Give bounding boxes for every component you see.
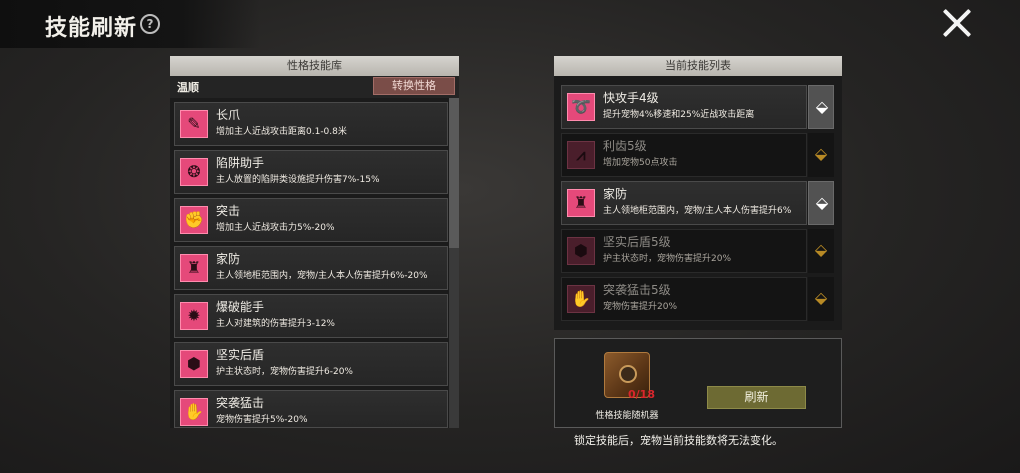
library-item[interactable]: ❂ 陷阱助手 主人放置的陷阱类设施提升伤害7%-15% [174, 150, 448, 194]
skill-name: 家防 [603, 187, 628, 201]
refresh-button[interactable]: 刷新 [707, 386, 806, 409]
current-skill[interactable]: ➰ 快攻手4级 提升宠物4%移速和25%近战攻击距离 [561, 85, 807, 129]
trait-row: 温顺 转换性格 [170, 76, 459, 98]
fast-attack-icon: ➰ [567, 93, 595, 121]
teeth-icon: ⩘ [567, 141, 595, 169]
skill-name: 陷阱助手 [216, 156, 265, 170]
skill-desc: 主人对建筑的伤害提升3-12% [216, 319, 335, 329]
library-scrollbar[interactable] [449, 98, 459, 428]
current-skill[interactable]: ♜ 家防 主人领地柜范围内，宠物/主人本人伤害提升6% [561, 181, 807, 225]
lock-toggle[interactable]: ⬙ [808, 229, 834, 273]
library-item[interactable]: ⬢ 坚实后盾 护主状态时，宠物伤害提升6-20% [174, 342, 448, 386]
help-icon[interactable]: ? [140, 14, 160, 34]
library-item[interactable]: ✹ 爆破能手 主人对建筑的伤害提升3-12% [174, 294, 448, 338]
lock-toggle[interactable]: ⬙ [808, 277, 834, 321]
trap-icon: ❂ [180, 158, 208, 186]
lock-icon: ⬙ [814, 288, 828, 307]
lock-icon: ⬙ [814, 240, 828, 259]
skill-desc: 护主状态时，宠物伤害提升20% [603, 254, 732, 264]
current-skill[interactable]: ⩘ 利齿5级 增加宠物50点攻击 [561, 133, 807, 177]
skill-name: 突袭猛击 [216, 396, 265, 410]
lock-toggle[interactable]: ⬙ [808, 85, 834, 129]
skill-desc: 主人领地柜范围内，宠物/主人本人伤害提升6%-20% [216, 271, 428, 281]
skill-desc: 主人放置的陷阱类设施提升伤害7%-15% [216, 175, 380, 185]
lock-icon: ⬙ [814, 144, 828, 163]
current-header: 当前技能列表 [554, 56, 842, 76]
home-defense-icon: ♜ [180, 254, 208, 282]
skill-name: 突袭猛击5级 [603, 283, 671, 297]
current-skill[interactable]: ⬢ 坚实后盾5级 护主状态时，宠物伤害提升20% [561, 229, 807, 273]
skill-name: 坚实后盾 [216, 348, 265, 362]
lock-note: 锁定技能后，宠物当前技能数将无法变化。 [574, 434, 783, 447]
close-icon[interactable] [940, 6, 974, 40]
library-item[interactable]: ✎ 长爪 增加主人近战攻击距离0.1-0.8米 [174, 102, 448, 146]
swap-trait-button[interactable]: 转换性格 [373, 77, 455, 95]
paw-icon: ✋ [180, 398, 208, 426]
shield-icon: ⬢ [180, 350, 208, 378]
skill-desc: 提升宠物4%移速和25%近战攻击距离 [603, 110, 755, 120]
paw-icon: ✋ [567, 285, 595, 313]
skill-name: 爆破能手 [216, 300, 265, 314]
lock-icon: ⬙ [815, 193, 829, 212]
assault-icon: ✊ [180, 206, 208, 234]
trait-label: 温顺 [177, 81, 199, 94]
skill-desc: 主人领地柜范围内，宠物/主人本人伤害提升6% [603, 206, 792, 216]
skill-name: 家防 [216, 252, 241, 266]
library-item[interactable]: ✊ 突击 增加主人近战攻击力5%-20% [174, 198, 448, 242]
skill-name: 快攻手4级 [603, 91, 659, 105]
lock-icon: ⬙ [815, 97, 829, 116]
skill-desc: 宠物伤害提升5%-20% [216, 415, 308, 425]
randomizer-label: 性格技能随机器 [595, 411, 659, 421]
library-header: 性格技能库 [170, 56, 459, 76]
skill-name: 长爪 [216, 108, 241, 122]
scroll-thumb[interactable] [449, 98, 459, 248]
skill-name: 坚实后盾5级 [603, 235, 671, 249]
skill-desc: 护主状态时，宠物伤害提升6-20% [216, 367, 353, 377]
home-defense-icon: ♜ [567, 189, 595, 217]
claw-icon: ✎ [180, 110, 208, 138]
lock-toggle[interactable]: ⬙ [808, 133, 834, 177]
skill-name: 利齿5级 [603, 139, 647, 153]
library-item[interactable]: ♜ 家防 主人领地柜范围内，宠物/主人本人伤害提升6%-20% [174, 246, 448, 290]
shield-icon: ⬢ [567, 237, 595, 265]
skill-desc: 增加主人近战攻击力5%-20% [216, 223, 335, 233]
randomizer-count: 0/18 [628, 388, 655, 401]
skill-name: 突击 [216, 204, 241, 218]
skill-desc: 增加宠物50点攻击 [603, 158, 678, 168]
skill-desc: 宠物伤害提升20% [603, 302, 678, 312]
cube-eye [619, 365, 637, 383]
bomb-icon: ✹ [180, 302, 208, 330]
library-item[interactable]: ✋ 突袭猛击 宠物伤害提升5%-20% [174, 390, 448, 428]
lock-toggle[interactable]: ⬙ [808, 181, 834, 225]
current-skill[interactable]: ✋ 突袭猛击5级 宠物伤害提升20% [561, 277, 807, 321]
skill-desc: 增加主人近战攻击距离0.1-0.8米 [216, 127, 347, 137]
page-title: 技能刷新 [45, 16, 138, 41]
